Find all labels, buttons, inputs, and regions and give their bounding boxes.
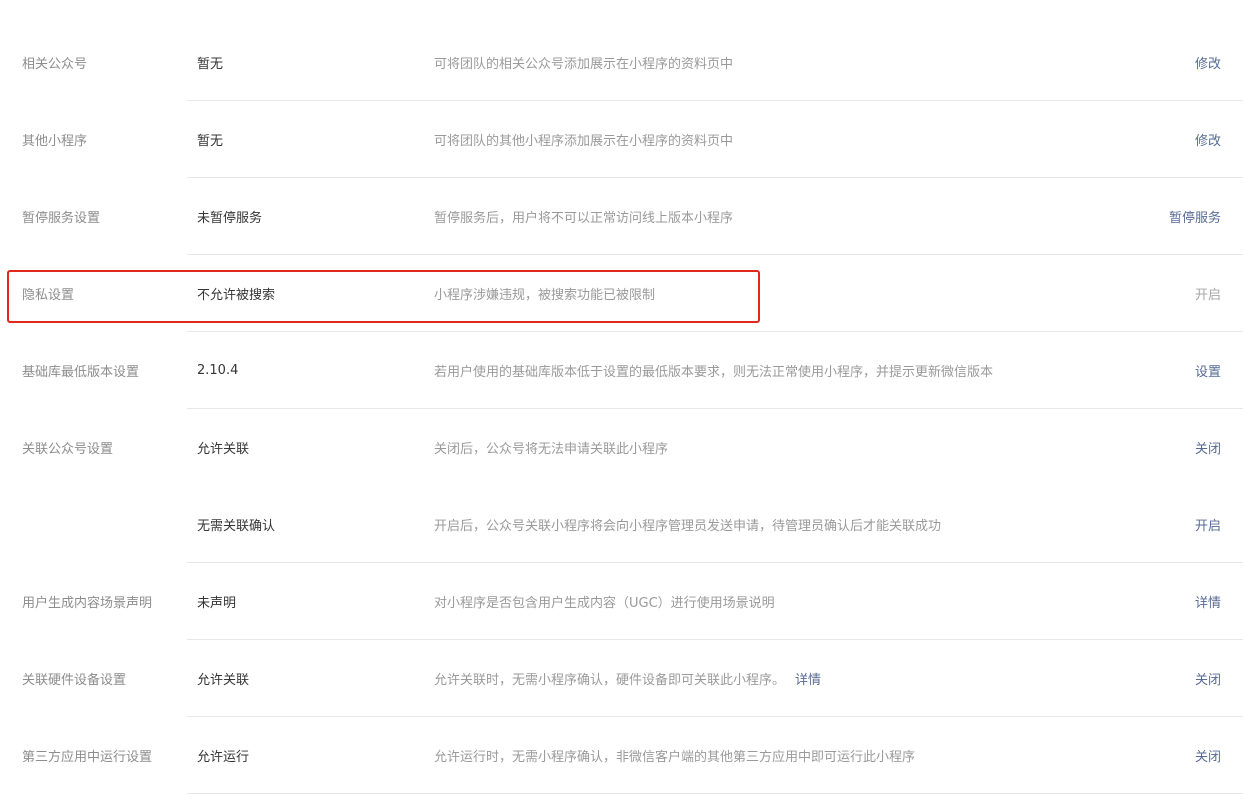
row-label: 暂停服务设置 — [22, 211, 101, 226]
close-hardware-link-link[interactable]: 关闭 — [1195, 669, 1221, 688]
pause-service-link[interactable]: 暂停服务 — [1169, 207, 1221, 226]
row-description: 小程序涉嫌违规，被搜索功能已被限制 — [434, 288, 656, 303]
settings-row-official-account-link: 关联公众号设置 允许关联 关闭后，公众号将无法申请关联此小程序 关闭 — [0, 409, 1243, 486]
row-value: 暂无 — [197, 134, 224, 149]
row-value: 允许关联 — [197, 673, 250, 688]
settings-list: 相关公众号 暂无 可将团队的相关公众号添加展示在小程序的资料页中 修改 其他小程… — [0, 24, 1243, 794]
row-description: 允许关联时，无需小程序确认，硬件设备即可关联此小程序。 详情 — [434, 669, 821, 688]
settings-row-pause-service: 暂停服务设置 未暂停服务 暂停服务后，用户将不可以正常访问线上版本小程序 暂停服… — [0, 178, 1243, 255]
row-description: 可将团队的其他小程序添加展示在小程序的资料页中 — [434, 134, 734, 149]
enable-search-link-disabled: 开启 — [1194, 288, 1221, 303]
row-value: 未暂停服务 — [197, 211, 263, 226]
row-description: 允许运行时，无需小程序确认，非微信客户端的其他第三方应用中即可运行此小程序 — [434, 750, 916, 765]
row-value: 允许关联 — [197, 442, 250, 457]
row-label: 隐私设置 — [22, 288, 75, 303]
modify-related-account-link[interactable]: 修改 — [1195, 53, 1221, 72]
row-description-text: 允许关联时，无需小程序确认，硬件设备即可关联此小程序。 — [434, 673, 786, 688]
settings-row-other-mini-programs: 其他小程序 暂无 可将团队的其他小程序添加展示在小程序的资料页中 修改 — [0, 101, 1243, 178]
set-min-version-link[interactable]: 设置 — [1195, 361, 1221, 380]
row-label: 其他小程序 — [22, 134, 88, 149]
row-label: 关联硬件设备设置 — [22, 673, 127, 688]
row-description: 关闭后，公众号将无法申请关联此小程序 — [434, 442, 669, 457]
ugc-details-link[interactable]: 详情 — [1195, 592, 1221, 611]
row-value: 允许运行 — [197, 750, 250, 765]
modify-other-mini-programs-link[interactable]: 修改 — [1195, 130, 1221, 149]
row-value: 无需关联确认 — [197, 519, 276, 534]
row-value: 暂无 — [197, 57, 224, 72]
settings-row-related-official-account: 相关公众号 暂无 可将团队的相关公众号添加展示在小程序的资料页中 修改 — [0, 24, 1243, 101]
row-description: 若用户使用的基础库版本低于设置的最低版本要求，则无法正常使用小程序，并提示更新微… — [434, 365, 994, 380]
settings-row-privacy: 隐私设置 不允许被搜索 小程序涉嫌违规，被搜索功能已被限制 开启 — [0, 255, 1243, 332]
row-description: 可将团队的相关公众号添加展示在小程序的资料页中 — [434, 57, 734, 72]
settings-row-min-library-version: 基础库最低版本设置 2.10.4 若用户使用的基础库版本低于设置的最低版本要求，… — [0, 332, 1243, 409]
row-label: 基础库最低版本设置 — [22, 365, 140, 380]
enable-link-confirmation-link[interactable]: 开启 — [1195, 515, 1221, 534]
row-value: 未声明 — [197, 596, 237, 611]
close-third-party-run-link[interactable]: 关闭 — [1195, 746, 1221, 765]
row-label: 用户生成内容场景声明 — [22, 596, 153, 611]
row-value: 2.10.4 — [197, 363, 239, 378]
settings-row-ugc-declaration: 用户生成内容场景声明 未声明 对小程序是否包含用户生成内容（UGC）进行使用场景… — [0, 563, 1243, 640]
row-label: 相关公众号 — [22, 57, 88, 72]
close-account-link-link[interactable]: 关闭 — [1195, 438, 1221, 457]
row-description: 对小程序是否包含用户生成内容（UGC）进行使用场景说明 — [434, 596, 775, 611]
row-description: 开启后，公众号关联小程序将会向小程序管理员发送申请，待管理员确认后才能关联成功 — [434, 519, 942, 534]
row-value: 不允许被搜索 — [197, 288, 276, 303]
settings-row-third-party-run: 第三方应用中运行设置 允许运行 允许运行时，无需小程序确认，非微信客户端的其他第… — [0, 717, 1243, 794]
row-label: 关联公众号设置 — [22, 442, 114, 457]
settings-row-hardware-device: 关联硬件设备设置 允许关联 允许关联时，无需小程序确认，硬件设备即可关联此小程序… — [0, 640, 1243, 717]
row-label: 第三方应用中运行设置 — [22, 750, 153, 765]
hardware-details-link[interactable]: 详情 — [795, 673, 821, 688]
row-description: 暂停服务后，用户将不可以正常访问线上版本小程序 — [434, 211, 734, 226]
settings-row-link-confirmation: 无需关联确认 开启后，公众号关联小程序将会向小程序管理员发送申请，待管理员确认后… — [0, 486, 1243, 563]
